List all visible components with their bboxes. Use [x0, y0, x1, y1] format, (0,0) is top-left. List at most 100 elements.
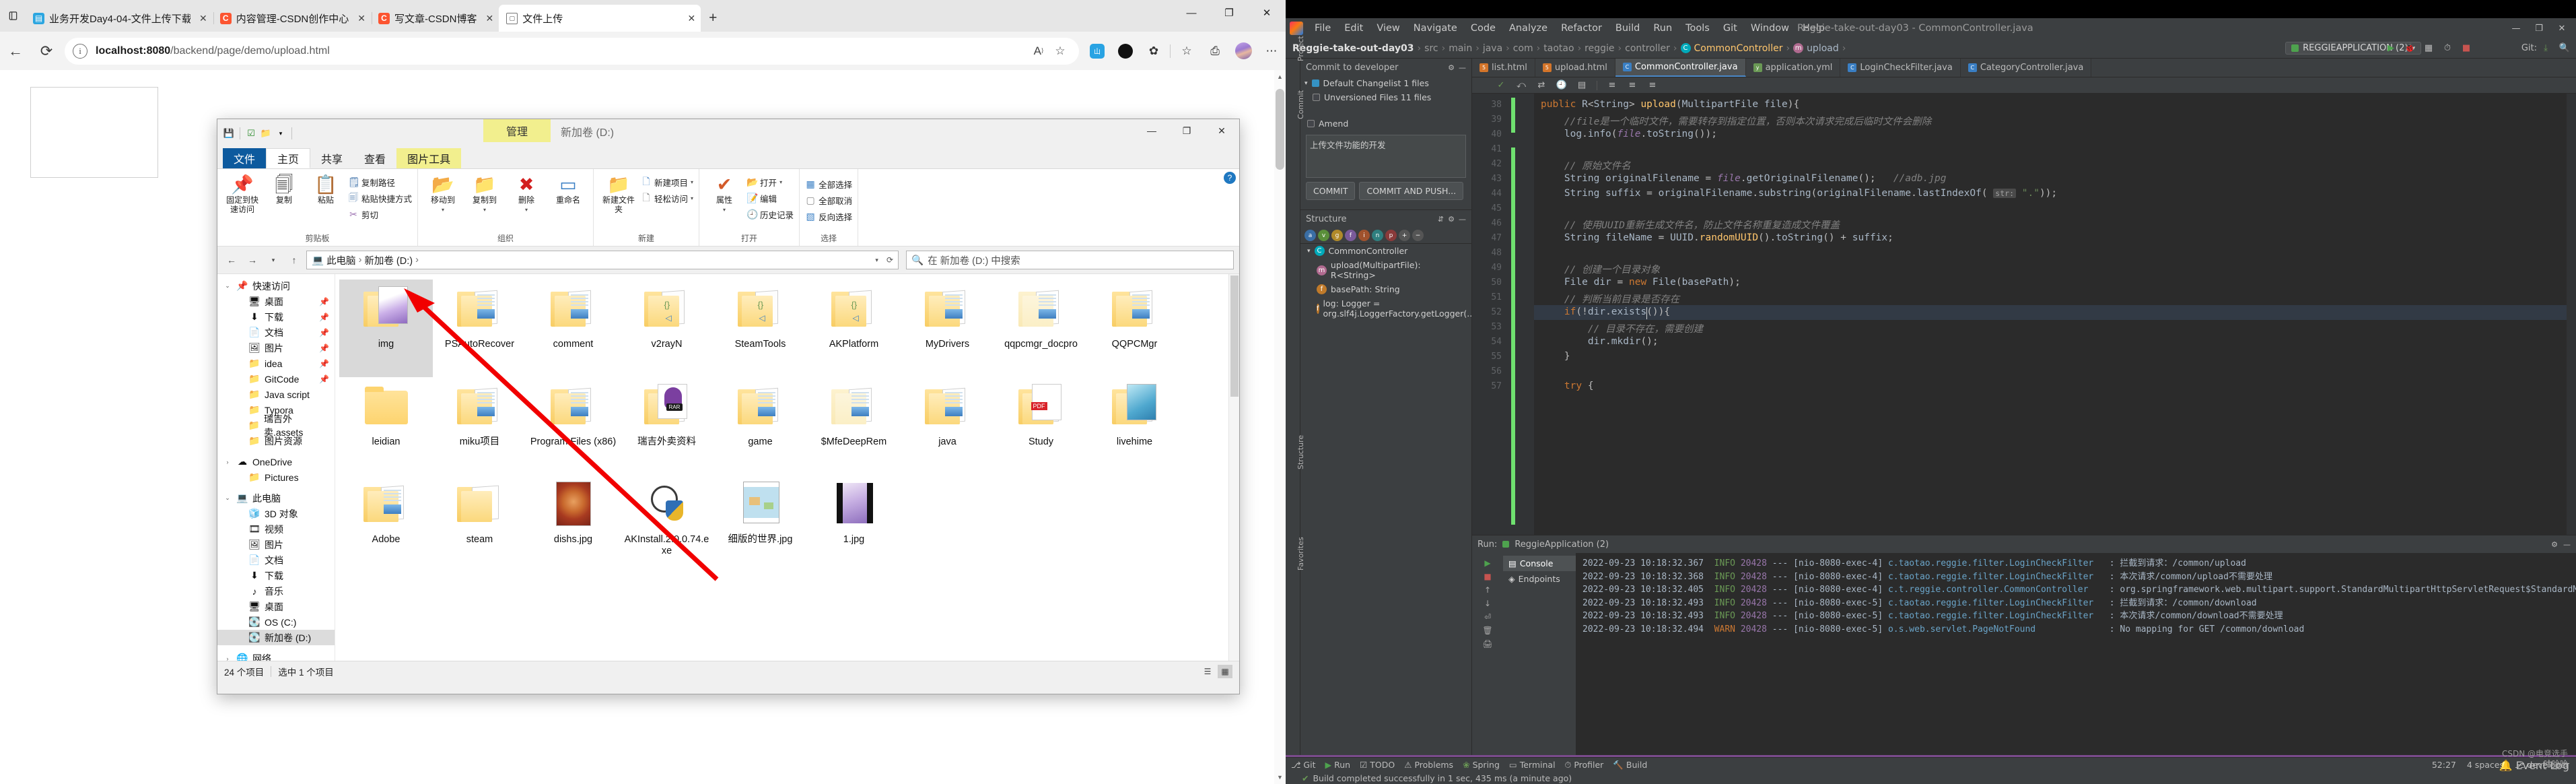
editor-tab-upload-html[interactable]: 5 upload.html [1535, 59, 1615, 77]
file-item[interactable]: {} ◁ SteamTools [713, 280, 807, 377]
file-item[interactable]: RAR 瑞吉外卖资料 [620, 377, 713, 475]
show-properties-icon[interactable]: p [1385, 230, 1397, 241]
file-item[interactable]: dishs.jpg [526, 475, 620, 573]
nav-item-瑞吉外卖assets[interactable]: 📁 瑞吉外卖.assets [217, 414, 335, 438]
stop-icon[interactable]: ■ [1484, 572, 1491, 581]
browser-tab-2[interactable]: C 内容管理-CSDN创作中心 ✕ [213, 5, 372, 32]
add-collection-icon[interactable]: ⎙ [1201, 37, 1229, 65]
status-git[interactable]: ⎇ Git [1291, 760, 1315, 770]
collections-icon[interactable]: ✿ [1140, 37, 1168, 65]
customize-dropdown-icon[interactable]: ▾ [273, 126, 288, 141]
changelist-unversioned[interactable]: Unversioned Files 11 files [1300, 90, 1471, 104]
pin-icon[interactable]: 📌 [319, 374, 329, 384]
cut-button[interactable]: ✂ 剪切 [348, 207, 412, 222]
contextual-tab-manage[interactable]: 管理 [483, 119, 551, 142]
code-line[interactable]: //file是一个临时文件，需要转存到指定位置，否则本次请求完成后临时文件会删除 [1541, 114, 1931, 128]
maximize-button[interactable]: ❐ [1169, 119, 1204, 142]
amend-checkbox[interactable] [1307, 120, 1315, 127]
pin-icon[interactable]: 📌 [319, 297, 329, 306]
nav-item-文档[interactable]: 📄 文档 [217, 552, 335, 568]
nav-item-网络[interactable]: › 🌐 网络 [217, 651, 335, 661]
code-line[interactable]: String fileName = UUID.randomUUID().toSt… [1541, 232, 1893, 243]
chevron-down-icon[interactable]: ▾ [779, 179, 782, 185]
status-todo[interactable]: ☑ TODO [1360, 760, 1395, 770]
new-item-button[interactable]: 🗋 新建项目 ▾ [641, 175, 693, 189]
file-item[interactable]: PDF Study [994, 377, 1088, 475]
breadcrumb-controller[interactable]: controller [1625, 43, 1670, 54]
tab-close-icon[interactable]: ✕ [357, 13, 365, 24]
file-item[interactable]: 细版的世界.jpg [713, 475, 807, 573]
close-button[interactable]: ✕ [1248, 0, 1286, 26]
show-inherited-icon[interactable]: i [1358, 230, 1370, 241]
commit-message-input[interactable]: 上传文件功能的开发 [1306, 135, 1466, 178]
gear-icon[interactable]: ⚙ [2551, 540, 2558, 549]
gear-icon[interactable]: ⚙ [1448, 215, 1455, 224]
nav-item-onedrive[interactable]: › ☁ OneDrive [217, 454, 335, 469]
file-item[interactable]: Program Files (x86) [526, 377, 620, 475]
open-button[interactable]: 📂 打开 ▾ [746, 175, 794, 189]
file-item[interactable]: {} ◁ v2rayN [620, 280, 713, 377]
tab-close-icon[interactable]: ✕ [199, 13, 207, 24]
update-project-icon[interactable]: ⤓ [2537, 41, 2554, 56]
code-line[interactable]: // 判断当前目录是否存在 [1541, 292, 1679, 306]
scroll-down-icon[interactable]: ↓ [1484, 599, 1491, 608]
menu-edit[interactable]: Edit [1338, 21, 1369, 36]
sort-alpha-icon[interactable]: a [1304, 230, 1316, 241]
status-problems[interactable]: ⚠ Problems [1404, 760, 1453, 770]
file-item[interactable]: {} ◁ AKPlatform [807, 280, 901, 377]
breadcrumb-main[interactable]: main [1449, 43, 1472, 54]
structure-item-field-log[interactable]: f log: Logger = org.slf4j.LoggerFactory.… [1300, 296, 1478, 321]
profile-avatar[interactable] [1229, 37, 1257, 65]
scroll-thumb[interactable] [1276, 89, 1284, 170]
nav-item-桌面[interactable]: 🖥 桌面 📌 [217, 294, 335, 309]
minimize-button[interactable]: — [2505, 20, 2528, 36]
scroll-down-icon[interactable]: ▼ [1274, 771, 1286, 784]
tab-actions-menu-icon[interactable] [0, 0, 26, 32]
code-line[interactable]: // 目录不存在，需要创建 [1541, 321, 1703, 335]
scroll-up-icon[interactable]: ↑ [1484, 585, 1491, 595]
chevron-down-icon[interactable]: ▾ [691, 179, 693, 185]
history-icon[interactable]: 🕘 [1553, 78, 1570, 93]
structure-item-class[interactable]: ▾ C CommonController [1300, 244, 1471, 258]
chevron-down-icon[interactable]: ▾ [483, 207, 486, 213]
breadcrumb-taotao[interactable]: taotao [1543, 43, 1574, 54]
breadcrumb-java[interactable]: java [1483, 43, 1502, 54]
file-item[interactable]: QQPCMgr [1088, 280, 1181, 377]
nav-item-osc[interactable]: 💽 OS (C:) [217, 614, 335, 630]
file-item[interactable]: miku项目 [433, 377, 526, 475]
file-item[interactable]: java [901, 377, 994, 475]
file-item[interactable]: MyDrivers [901, 280, 994, 377]
nav-item-图片[interactable]: 🖼 图片 [217, 537, 335, 552]
ribbon-tab-picture-tools[interactable]: 图片工具 [396, 148, 462, 168]
browser-tab-4-active[interactable]: ▢ 文件上传 ✕ [499, 5, 701, 32]
expand-icon[interactable]: + [1399, 230, 1410, 241]
refresh-icon[interactable]: ⟳ [886, 255, 893, 265]
nav-item-音乐[interactable]: ♪ 音乐 [217, 583, 335, 599]
chevron-down-icon[interactable]: ▾ [1304, 80, 1308, 87]
revert-icon[interactable]: ⤺ [1512, 78, 1530, 93]
tree-twisty-icon[interactable]: › [223, 459, 232, 465]
easy-access-button[interactable]: 🗋 轻松访问 ▾ [641, 191, 693, 205]
copy-path-button[interactable]: 🗒 复制路径 [348, 175, 412, 189]
amend-row[interactable]: Amend [1300, 117, 1471, 131]
chevron-down-icon[interactable]: ▾ [442, 207, 444, 213]
code-line[interactable]: if(!dir.exists()){ [1541, 306, 1670, 317]
code-lines[interactable]: public R<String> upload(MultipartFile fi… [1534, 94, 2576, 535]
add-favorite-icon[interactable]: ☆ [1049, 40, 1071, 62]
rail-structure[interactable]: Structure [1296, 435, 1305, 469]
new-folder-icon[interactable]: 📁 [258, 126, 273, 141]
nav-item-idea[interactable]: 📁 idea 📌 [217, 356, 335, 371]
close-button[interactable]: ✕ [2550, 20, 2573, 36]
breadcrumb-path-bar[interactable]: 💻 此电脑 › 新加卷 (D:) › ▾ ⟳ [306, 251, 899, 269]
changelist-checkbox[interactable] [1311, 79, 1319, 87]
close-button[interactable]: ✕ [1204, 119, 1239, 142]
align-left-icon[interactable]: ≡ [1603, 78, 1621, 93]
run-icon[interactable]: ▶ [2382, 41, 2400, 56]
recent-locations-icon[interactable]: ▾ [265, 251, 282, 269]
nav-item-此电脑[interactable]: ⌄ 💻 此电脑 [217, 490, 335, 506]
annotate-icon[interactable]: ▤ [1573, 78, 1591, 93]
delete-button[interactable]: ✖ 删除 ▾ [507, 172, 546, 213]
search-everywhere-icon[interactable]: 🔍 [2556, 41, 2573, 56]
pin-to-quick-access-button[interactable]: 📌 固定到快速访问 [223, 172, 262, 215]
run-config-name[interactable]: ReggieApplication (2) [1515, 540, 1609, 550]
